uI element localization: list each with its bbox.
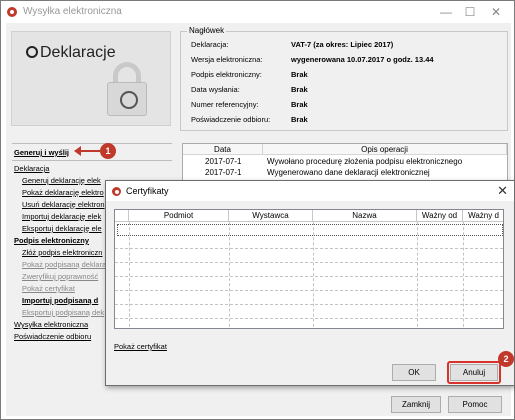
nav-signature[interactable]: Podpis elektroniczny (14, 236, 89, 245)
grid-header: Podmiot Wystawca Nazwa Ważny od Ważny d (115, 210, 503, 222)
dialog-title-bar: Certyfikaty ✕ (106, 181, 514, 201)
nav-signature-item[interactable]: Złóż podpis elektroniczn (22, 248, 102, 257)
maximize-button[interactable]: ☐ (459, 4, 481, 20)
operations-header: Data Opis operacji (183, 144, 507, 155)
annotation-badge-2: 2 (498, 351, 514, 367)
nav-signature-item[interactable]: Eksportuj podpisaną dek (22, 308, 104, 317)
operation-date: 2017-07-1 (205, 168, 242, 177)
nav-divider (12, 143, 172, 144)
nav-declaration-item[interactable]: Eksportuj deklarację ele (22, 224, 102, 233)
operation-description: Wywołano procedurę złożenia podpisu elek… (267, 157, 463, 166)
header-group: Nagłówek Deklaracja: VAT-7 (za okres: Lip… (180, 26, 508, 131)
operation-description: Wygenerowano dane deklaracji elektronicz… (267, 168, 430, 177)
nav-sending[interactable]: Wysyłka elektroniczna (14, 320, 88, 329)
nav-declaration-item[interactable]: Pokaż deklarację elektro (22, 188, 104, 197)
nav-receipt[interactable]: Poświadczenie odbioru (14, 332, 91, 341)
column-header-name[interactable]: Nazwa (313, 210, 417, 222)
close-button[interactable]: ✕ (485, 4, 507, 20)
column-header-subject[interactable]: Podmiot (129, 210, 229, 222)
certificates-dialog: Certyfikaty ✕ Podmiot Wystawca Nazwa Waż… (105, 180, 515, 386)
dialog-title: Certyfikaty (126, 186, 169, 196)
dialog-ok-button[interactable]: OK (392, 364, 436, 381)
cancel-highlight (447, 361, 501, 384)
nav-declaration-item[interactable]: Generuj deklarację elek (22, 176, 101, 185)
nav-declaration[interactable]: Deklaracja (14, 164, 49, 173)
nav-signature-item[interactable]: Zweryfikuj poprawność (22, 272, 98, 281)
nav-signature-item[interactable]: Importuj podpisaną d (22, 296, 98, 305)
title-bar: Wysyłka elektroniczna — ☐ ✕ (1, 1, 514, 23)
nav-declaration-item[interactable]: Usuń deklarację elektron (22, 200, 105, 209)
minimize-button[interactable]: — (435, 4, 457, 20)
column-header-valid-to[interactable]: Ważny d (463, 210, 503, 222)
padlock-icon (107, 62, 147, 117)
column-header-description[interactable]: Opis operacji (263, 144, 507, 155)
grid-header-spacer (115, 210, 129, 222)
certificates-grid[interactable]: Podmiot Wystawca Nazwa Ważny od Ważny d (114, 209, 504, 329)
operations-table: Data Opis operacji 2017-07-1 Wywołano pr… (182, 143, 508, 183)
window-title: Wysyłka elektroniczna (23, 6, 122, 17)
operation-date: 2017-07-1 (205, 157, 242, 166)
app-icon (7, 7, 17, 17)
edeklaracje-logo: Deklaracje (11, 31, 171, 126)
annotation-arrow (74, 146, 100, 156)
nav-signature-item[interactable]: Pokaż certyfikat (22, 284, 75, 293)
logo-text: Deklaracje (40, 44, 116, 61)
show-certificate-link[interactable]: Pokaż certyfikat (114, 342, 167, 351)
column-header-valid-from[interactable]: Ważny od (417, 210, 463, 222)
close-window-button[interactable]: Zamknij (391, 396, 441, 413)
nav-signature-item[interactable]: Pokaż podpisaną deklara (22, 260, 106, 269)
header-legend: Nagłówek (187, 26, 227, 35)
table-row[interactable]: 2017-07-1 Wygenerowano dane deklaracji e… (183, 167, 507, 178)
annotation-badge-1: 1 (100, 143, 116, 159)
table-row[interactable]: 2017-07-1 Wywołano procedurę złożenia po… (183, 156, 507, 167)
nav-generate-send[interactable]: Generuj i wyślij (14, 148, 69, 157)
e-circle-icon (26, 46, 38, 58)
main-window: Wysyłka elektroniczna — ☐ ✕ Deklaracje N… (0, 0, 515, 420)
nav-divider (12, 160, 172, 161)
dialog-app-icon (112, 187, 121, 196)
dialog-close-button[interactable]: ✕ (497, 183, 508, 199)
column-header-issuer[interactable]: Wystawca (229, 210, 313, 222)
grid-focus-row[interactable] (117, 224, 503, 236)
nav-declaration-item[interactable]: Importuj deklarację elek (22, 212, 101, 221)
help-button[interactable]: Pomoc (448, 396, 502, 413)
column-header-date[interactable]: Data (183, 144, 263, 155)
